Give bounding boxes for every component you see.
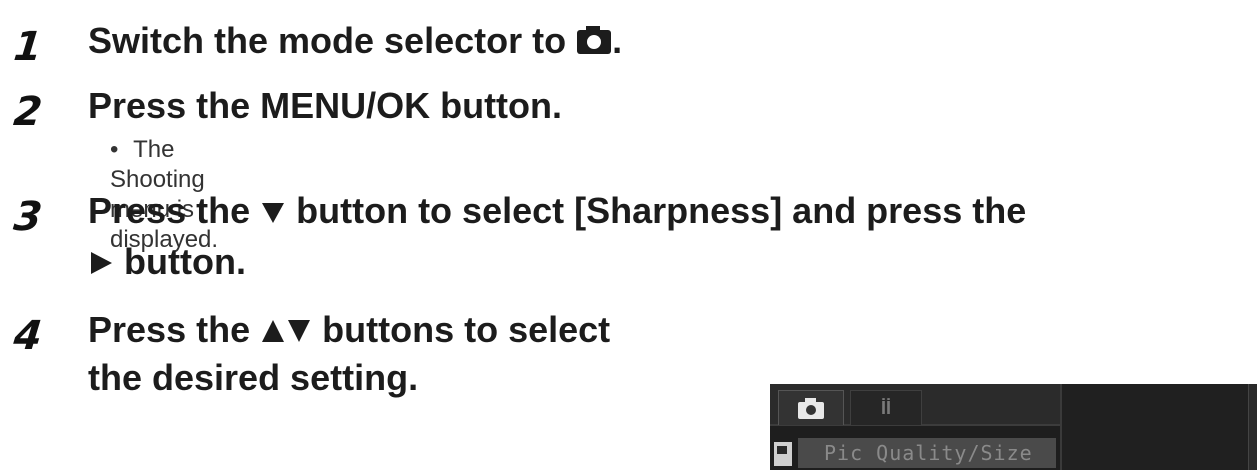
screen-edge [1248,384,1257,470]
step-number: 4 [11,313,45,359]
step-text: Press the [88,309,251,350]
step-title-line-2: the desired setting. [88,357,419,398]
camera-icon [576,17,612,69]
camera-icon [797,398,825,425]
step-number: 1 [11,24,45,70]
step-text: buttons to select [322,309,611,350]
menu-row: Pic Quality/Size [770,436,1060,470]
tab-setup: İİ [850,390,922,425]
step-title-text: Switch the mode selector to [88,20,567,61]
step-text: Press the [88,190,251,231]
step-number: 2 [11,89,45,135]
step-title-line-1: Press the button to select [Sharpness] a… [88,185,1026,239]
step-title-end: . [612,20,623,61]
step-text: button to select [Sharpness] and press t… [296,190,1027,231]
camera-screen: İİ Pic Quality/Size [770,384,1257,470]
bullet-mark: • [110,136,119,163]
step-title-line-1: Press the buttons to select [88,304,610,358]
step-number: 3 [11,194,45,240]
menu-tab-bar: İİ [770,384,1060,426]
tab-shooting [778,390,844,425]
menu-item-pic-quality: Pic Quality/Size [798,438,1056,468]
pic-quality-icon [774,442,792,466]
up-down-triangle-icon [260,306,312,358]
step-text: button. [124,241,246,282]
step-title: Press the MENU/OK button. [88,85,563,126]
step-title: Switch the mode selector to . [88,15,622,69]
screen-right-panel [1060,384,1257,470]
step-title-line-2: button. [88,236,246,290]
right-triangle-icon [88,238,114,290]
down-triangle-icon [260,187,286,239]
